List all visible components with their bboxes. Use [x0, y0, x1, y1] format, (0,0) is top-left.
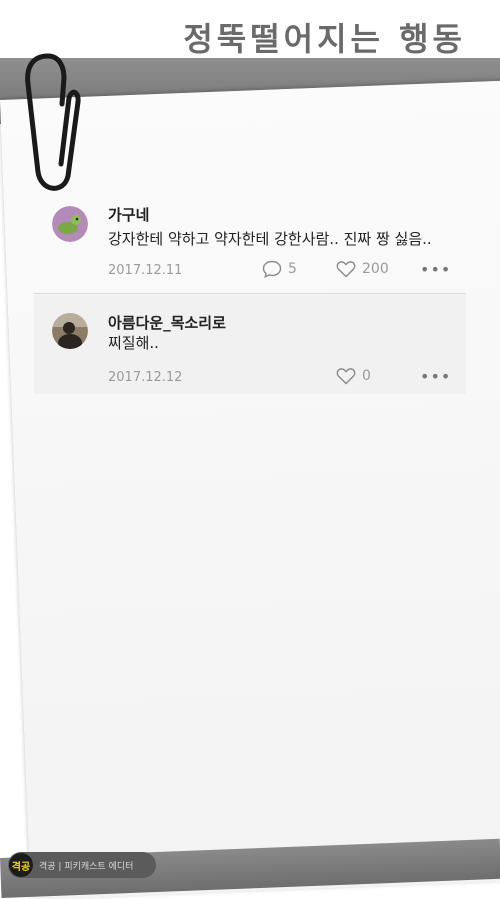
more-dots-icon[interactable]: •••	[420, 367, 451, 386]
like-count: 0	[362, 368, 371, 384]
like-button[interactable]: 0	[336, 367, 371, 385]
heart-icon	[336, 368, 356, 385]
reply-button[interactable]: 5	[262, 260, 297, 278]
avatar[interactable]	[52, 313, 88, 349]
avatar[interactable]	[52, 206, 88, 242]
comment-username[interactable]: 가구네	[108, 204, 149, 225]
like-button[interactable]: 200	[336, 260, 389, 278]
speech-bubble-icon	[262, 260, 282, 278]
comment-item: 가구네 강자한테 약하고 약자한테 강한사람.. 진짜 짱 싫음.. 2017.…	[34, 196, 466, 292]
comment-date: 2017.12.11	[108, 263, 183, 278]
comment-text: 강자한테 약하고 약자한테 강한사람.. 진짜 짱 싫음..	[108, 230, 432, 248]
reply-count: 5	[288, 261, 297, 277]
page-title: 정뚝떨어지는 행동	[183, 20, 466, 58]
editor-logo: 격공	[9, 853, 33, 877]
divider	[34, 293, 466, 294]
paperclip-icon	[25, 53, 81, 191]
comment-date: 2017.12.12	[108, 370, 183, 385]
editor-badge[interactable]: 격공 격공 | 피키캐스트 에디터	[8, 852, 156, 878]
comment-text: 찌질해..	[108, 334, 159, 352]
comment-username[interactable]: 아름다운_목소리로	[108, 312, 226, 333]
like-count: 200	[362, 261, 389, 277]
heart-icon	[336, 261, 356, 278]
editor-label: 격공 | 피키캐스트 에디터	[39, 861, 134, 872]
comment-item: 아름다운_목소리로 찌질해.. 2017.12.12 0 •••	[34, 295, 466, 394]
more-dots-icon[interactable]: •••	[420, 260, 451, 279]
